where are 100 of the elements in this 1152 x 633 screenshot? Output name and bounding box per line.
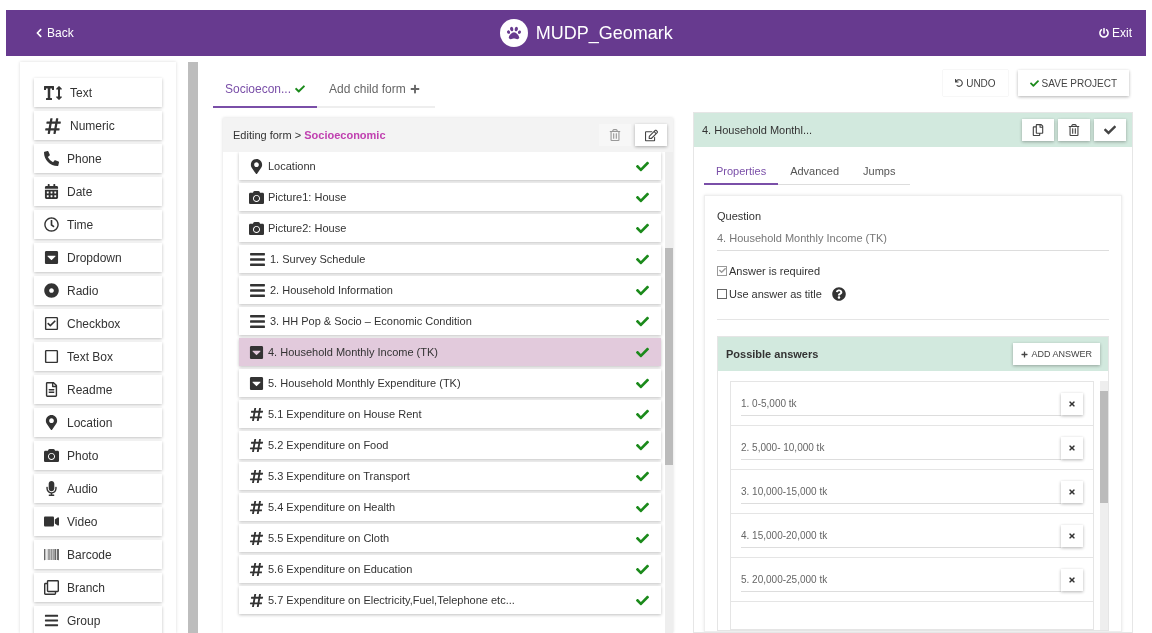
confirm-button[interactable] [1094,119,1126,141]
scrollbar[interactable] [188,62,198,633]
logo-icon [499,19,528,47]
help-icon[interactable] [831,286,846,301]
question-item[interactable]: 5.1 Expenditure on House Rent [239,400,661,428]
checkbox[interactable] [717,288,727,299]
add-answer-button[interactable]: ADD ANSWER [1013,343,1100,365]
tool-button[interactable]: Barcode [34,540,162,569]
hash-icon [249,530,264,546]
question-item[interactable]: 4. Household Monthly Income (TK) [239,338,661,366]
remove-button[interactable] [1061,568,1083,591]
question-item[interactable]: 5.7 Expenditure on Electricity,Fuel,Telephone etc... [239,586,661,614]
question-label: Locationn [268,160,317,172]
tool-button[interactable]: Video [34,507,162,536]
check-icon [636,593,649,607]
dropdown-icon [249,375,264,391]
close-icon [1068,443,1076,452]
edit-button[interactable] [635,124,667,146]
tool-button[interactable]: Readme [34,375,162,404]
question-item[interactable]: 5. Household Monthly Expenditure (TK) [239,369,661,397]
question-item[interactable]: 5.5 Expenditure on Cloth [239,524,661,552]
remove-button[interactable] [1061,480,1083,503]
scrollbar[interactable] [665,152,673,633]
chevron-left-icon [34,28,44,38]
scrollbar[interactable] [1100,381,1108,630]
undo-button[interactable]: UNDO [943,70,1008,96]
question-item[interactable]: 3. HH Pop & Socio – Economic Condition [239,307,661,335]
properties-tab[interactable]: Advanced [778,161,852,185]
tool-button[interactable]: Numeric [34,111,162,140]
option-checkbox[interactable]: Use answer as title [717,282,1109,305]
camera-icon [249,220,264,236]
tool-button[interactable]: Audio [34,474,162,503]
remove-button[interactable] [1061,524,1083,547]
camera-icon [249,189,264,205]
check-icon [636,314,649,328]
tool-button[interactable]: Location [34,408,162,437]
list-icon [44,613,59,628]
list-icon [249,281,266,299]
check-icon [636,469,649,483]
tool-button[interactable]: Text Box [34,342,162,371]
radio-icon [44,283,59,298]
hash-icon [249,468,264,484]
remove-button[interactable] [1061,392,1083,415]
question-item[interactable]: 2. Household Information [239,276,661,304]
tool-button[interactable]: Checkbox [34,309,162,338]
tool-button[interactable]: Photo [34,441,162,470]
check-icon [636,345,649,359]
question-label: 5.4 Expenditure on Health [268,501,397,513]
hash-icon [249,406,264,422]
question-item[interactable]: Picture1: House [239,183,661,211]
tool-button[interactable]: Dropdown [34,243,162,272]
hash-icon [249,499,264,515]
hash-icon [44,116,62,135]
edit-icon [644,128,658,142]
tool-button[interactable]: Group [34,606,162,633]
question-label: 1. Survey Schedule [270,253,367,265]
question-label: 5.7 Expenditure on Electricity,Fuel,Telephone etc... [268,594,516,606]
question-label: Question [717,210,763,222]
question-label: Picture2: House [268,222,348,234]
tool-button[interactable]: Phone [34,144,162,173]
save-project-button[interactable]: SAVE PROJECT [1017,70,1129,96]
exit-button[interactable]: Exit [1098,26,1132,40]
properties-tab[interactable]: Properties [704,161,779,185]
check-icon [636,531,649,545]
copy-icon [44,580,59,595]
tool-button[interactable]: Date [34,177,162,206]
check-icon [636,376,649,390]
tool-button[interactable]: Branch [34,573,162,602]
question-item[interactable]: 5.3 Expenditure on Transport [239,462,661,490]
check-icon [636,159,649,173]
delete-button[interactable] [1058,119,1090,141]
question-label: 5.1 Expenditure on House Rent [268,408,423,420]
tool-button[interactable]: Time [34,210,162,239]
properties-tab[interactable]: Jumps [851,161,908,185]
hash-icon [249,437,264,453]
microphone-icon [44,481,59,496]
check-icon [636,562,649,576]
question-item[interactable]: Locationn [239,152,661,180]
form-tab[interactable]: Socioecon... [213,74,318,108]
question-item[interactable]: 5.4 Expenditure on Health [239,493,661,521]
plus-icon [409,84,420,94]
question-item[interactable]: 5.2 Expenditure on Food [239,431,661,459]
copy-button[interactable] [1022,119,1054,141]
option-checkbox[interactable]: Answer is required [717,259,1109,282]
remove-button[interactable] [1061,436,1083,459]
tool-button[interactable]: Text [34,78,162,107]
question-item[interactable]: 5.6 Expenditure on Education [239,555,661,583]
question-item[interactable]: 1. Survey Schedule [239,245,661,273]
back-button[interactable]: Back [34,26,74,40]
question-label: 5.5 Expenditure on Cloth [268,532,391,544]
check-icon [636,283,649,297]
map-pin-icon [44,415,59,430]
check-icon [636,407,649,421]
check-icon [636,500,649,514]
form-tab[interactable]: Add child form [317,74,432,108]
question-item[interactable]: Picture2: House [239,214,661,242]
checkbox[interactable] [717,265,727,276]
question-label: 5.3 Expenditure on Transport [268,470,411,482]
undo-icon [955,79,964,87]
tool-button[interactable]: Radio [34,276,162,305]
